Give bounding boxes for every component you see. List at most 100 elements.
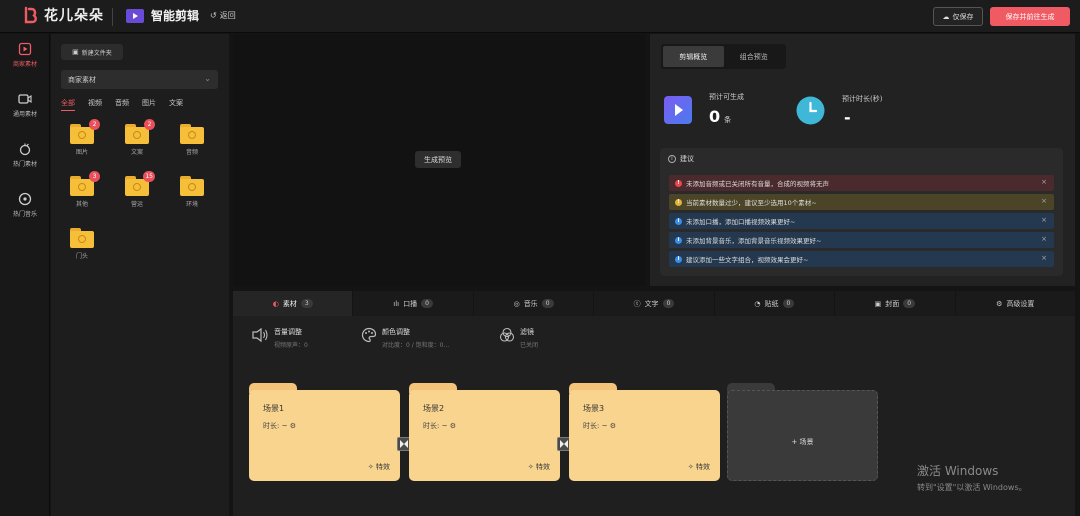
folder-audio[interactable]: 音频 xyxy=(179,124,205,156)
filter-all[interactable]: 全部 xyxy=(61,98,75,111)
warning-icon: ! xyxy=(675,198,682,206)
close-icon[interactable]: × xyxy=(1041,197,1047,205)
material-source-select[interactable]: 商家素材 ⌄ xyxy=(61,70,218,89)
suggestion-item: ! 当前素材数量过少，建议至少选用10个素材~ × xyxy=(669,194,1054,210)
save-generate-label: 保存并前往生成 xyxy=(1005,12,1055,21)
watermark-line2: 转到"设置"以激活 Windows。 xyxy=(917,483,1027,492)
folder-icon: 15 xyxy=(125,171,155,196)
tab-material[interactable]: ◐ 素材 3 xyxy=(233,291,354,316)
scene-effects-button[interactable]: ✧ 特效 xyxy=(528,462,550,472)
nav-hot-media[interactable]: 热门素材 xyxy=(0,142,50,168)
info-icon: i xyxy=(675,236,682,244)
music-disc-icon xyxy=(18,192,32,206)
close-icon[interactable]: × xyxy=(1041,178,1047,186)
filter-image[interactable]: 图片 xyxy=(142,98,156,111)
scene-fx-label: 特效 xyxy=(696,463,710,471)
filter-audio[interactable]: 音频 xyxy=(115,98,129,111)
new-folder-label: 新建文件夹 xyxy=(81,49,112,57)
add-scene-button[interactable]: + 场景 xyxy=(727,383,878,481)
folder-images[interactable]: 2 图片 xyxy=(69,119,100,156)
scene-card-2[interactable]: 场景2 时长: ~ ⚙ ✧ 特效 xyxy=(409,383,560,481)
folder-name: 营运 xyxy=(130,201,143,208)
close-icon[interactable]: × xyxy=(1041,216,1047,224)
scene-effects-button[interactable]: ✧ 特效 xyxy=(368,462,390,472)
save-only-button[interactable]: ☁ 仅保存 xyxy=(933,7,983,26)
tab-music[interactable]: ◎ 音乐 0 xyxy=(474,291,595,316)
back-label: 返回 xyxy=(219,11,236,20)
filter-video[interactable]: 视频 xyxy=(88,98,102,111)
folder-plus-icon: ▣ xyxy=(72,48,79,56)
module-title: 智能剪辑 xyxy=(125,7,199,24)
folder-icon: 2 xyxy=(125,119,155,144)
folder-copy[interactable]: 2 文案 xyxy=(124,119,155,156)
tool-title: 音量调整 xyxy=(274,328,302,336)
music-icon: ◎ xyxy=(513,299,520,308)
scene-duration: 时长: ~ ⚙ xyxy=(583,421,616,431)
folder-name: 环境 xyxy=(185,201,198,208)
module-name: 智能剪辑 xyxy=(151,9,200,23)
play-badge-icon xyxy=(664,96,692,128)
tab-edit-overview[interactable]: 剪辑概览 xyxy=(663,46,724,67)
editor-tabs: ◐ 素材 3 ılı 口播 0 ◎ 音乐 0 ⓣ 文字 0 ◔ 贴纸 0 ▣ 封… xyxy=(233,291,1075,316)
tool-filter[interactable]: 滤镜 已关闭 xyxy=(499,327,538,349)
folder-name: 其他 xyxy=(75,201,88,208)
scene-card-3[interactable]: 场景3 时长: ~ ⚙ ✧ 特效 xyxy=(569,383,720,481)
tab-cover[interactable]: ▣ 封面 0 xyxy=(835,291,956,316)
settings-icon[interactable]: ⚙ xyxy=(290,422,296,430)
folder-name: 音频 xyxy=(185,149,198,156)
select-value: 商家素材 xyxy=(68,75,96,84)
save-and-generate-button[interactable]: 保存并前往生成 xyxy=(990,7,1070,26)
nav-label: 通用素材 xyxy=(12,111,37,118)
settings-icon[interactable]: ⚙ xyxy=(610,422,616,430)
fire-icon xyxy=(19,143,31,156)
close-icon[interactable]: × xyxy=(1041,254,1047,262)
scene-effects-button[interactable]: ✧ 特效 xyxy=(688,462,710,472)
scene-fx-label: 特效 xyxy=(536,463,550,471)
suggestions-title: 建议 xyxy=(680,155,694,163)
folder-badge: 2 xyxy=(144,119,155,130)
generate-preview-button[interactable]: 生成预览 xyxy=(415,151,461,168)
palette-icon xyxy=(361,327,377,343)
nav-general-media[interactable]: 通用素材 xyxy=(0,92,50,118)
suggestion-text: 未添加背景音乐，添加背景音乐视频效果更好~ xyxy=(686,237,822,245)
brand-name: 花儿朵朵 xyxy=(44,8,104,24)
folder-name: 图片 xyxy=(75,149,88,156)
error-icon: ! xyxy=(675,179,682,187)
folder-operations[interactable]: 15 营运 xyxy=(124,171,155,208)
nav-hot-music[interactable]: 热门音乐 xyxy=(0,192,50,218)
folder-other[interactable]: 3 其他 xyxy=(69,171,100,208)
cover-image-icon: ▣ xyxy=(874,299,882,308)
suggestions-box: i 建议 ! 未添加音频或已关闭所有音量，合成的视频将无声 × ! 当前素材数量… xyxy=(660,148,1063,276)
tab-label: 素材 xyxy=(282,299,297,308)
back-link[interactable]: ↺ 返回 xyxy=(210,10,236,21)
folder-icon: 3 xyxy=(70,171,100,196)
filter-copy[interactable]: 文案 xyxy=(169,98,183,111)
tool-color[interactable]: 颜色调整 对比度：0 / 饱和度：0... xyxy=(361,327,449,349)
tab-text[interactable]: ⓣ 文字 0 xyxy=(594,291,715,316)
scene-duration-text: 时长: ~ xyxy=(423,422,448,430)
tab-combo-preview[interactable]: 组合预览 xyxy=(724,46,785,67)
tab-advanced-settings[interactable]: ⚙ 高级设置 xyxy=(956,291,1075,316)
nav-label: 热门素材 xyxy=(12,161,37,168)
new-folder-button[interactable]: ▣ 新建文件夹 xyxy=(61,44,123,60)
tab-voiceover[interactable]: ılı 口播 0 xyxy=(353,291,474,316)
nav-store-media[interactable]: 商家素材 xyxy=(0,42,50,68)
stat-count: 0 条 xyxy=(709,107,731,126)
tool-volume[interactable]: 音量调整 视频原声：0 xyxy=(251,327,308,349)
folder-storefront[interactable]: 门头 xyxy=(69,228,95,260)
suggestion-text: 未添加口播，添加口播视频效果更好~ xyxy=(686,218,796,226)
tab-count: 0 xyxy=(662,299,675,308)
scene-card-1[interactable]: 场景1 时长: ~ ⚙ ✧ 特效 xyxy=(249,383,400,481)
suggestion-item: i 建议添加一些文字组合，视频效果会更好~ × xyxy=(669,251,1054,267)
settings-icon[interactable]: ⚙ xyxy=(450,422,456,430)
folder-environment[interactable]: 环境 xyxy=(179,176,205,208)
brand-logo[interactable]: 花儿朵朵 xyxy=(22,5,104,25)
suggestion-item: i 未添加口播，添加口播视频效果更好~ × xyxy=(669,213,1054,229)
close-icon[interactable]: × xyxy=(1041,235,1047,243)
tab-sticker[interactable]: ◔ 贴纸 0 xyxy=(715,291,836,316)
tool-sub: 对比度：0 / 饱和度：0... xyxy=(382,342,450,349)
scene-duration-text: 时长: ~ xyxy=(583,422,608,430)
material-icon: ◐ xyxy=(272,299,279,308)
windows-activation-watermark: 激活 Windows 转到"设置"以激活 Windows。 xyxy=(917,462,1027,493)
suggestion-text: 建议添加一些文字组合，视频效果会更好~ xyxy=(686,256,809,264)
